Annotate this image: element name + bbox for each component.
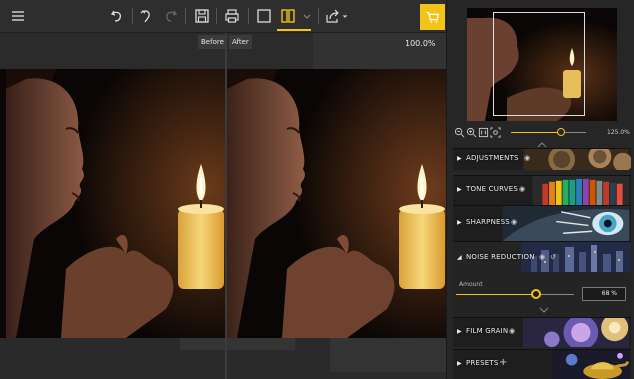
sharpness-banner-image [502, 206, 630, 241]
add-preset-icon[interactable]: + [499, 357, 507, 368]
undo-icon[interactable] [107, 6, 127, 26]
zoom-slider-fill [511, 132, 561, 133]
canvas-bottom-block [330, 338, 446, 372]
section-presets[interactable]: ▶ PRESETS + [453, 349, 631, 379]
hamburger-menu-icon[interactable] [8, 6, 28, 26]
redo-icon[interactable] [137, 6, 157, 26]
navigator-thumbnail[interactable] [467, 8, 617, 121]
image-canvas[interactable] [0, 69, 446, 338]
presets-banner-image [552, 350, 630, 379]
share-dropdown-icon[interactable] [340, 6, 350, 26]
before-image [6, 69, 229, 338]
visibility-eye-icon[interactable]: ◉ [539, 253, 545, 261]
visibility-eye-icon[interactable]: ◉ [519, 185, 525, 193]
tone-curves-banner-image [532, 176, 630, 205]
zoom-readout: 100.0% [405, 39, 436, 48]
section-title: PRESETS [466, 359, 499, 367]
single-view-icon[interactable] [254, 6, 274, 26]
active-view-indicator [277, 29, 311, 31]
zoom-slider-thumb[interactable] [556, 128, 565, 136]
section-title: TONE CURVES [466, 185, 519, 193]
toolbar-separator [132, 8, 133, 24]
expand-arrow-icon: ▶ [457, 219, 462, 226]
collapse-caret-icon[interactable] [539, 307, 549, 313]
toolbar-separator [318, 8, 319, 24]
zoom-actual-size-icon[interactable] [478, 127, 489, 138]
zoom-controls: 125.0% [451, 125, 633, 141]
expand-arrow-icon: ▶ [457, 155, 462, 162]
section-film-grain[interactable]: ▶ FILM GRAIN ◉ [453, 317, 631, 347]
toolbar-separator [248, 8, 249, 24]
expand-arrow-icon: ▶ [457, 186, 462, 193]
section-title: SHARPNESS [466, 218, 510, 226]
before-label: Before [198, 35, 227, 49]
zoom-out-icon[interactable] [454, 127, 465, 138]
visibility-eye-icon[interactable]: ◉ [524, 154, 530, 162]
section-adjustments[interactable]: ▶ ADJUSTMENTS ◉ [453, 148, 631, 170]
redo-disabled-icon[interactable] [160, 6, 180, 26]
collapse-arrow-icon[interactable]: ◢ [457, 254, 462, 261]
after-label: After [229, 35, 252, 49]
right-panel: 125.0% ▶ ADJUSTMENTS ◉ ▶ TONE CURVES ◉ ▶… [446, 0, 634, 379]
expand-arrow-icon: ▶ [457, 360, 462, 367]
visibility-eye-icon[interactable]: ◉ [509, 327, 515, 335]
canvas-bottom-block [180, 338, 295, 350]
split-view-icon[interactable] [278, 6, 298, 26]
amount-label: Amount [459, 281, 483, 288]
section-title[interactable]: NOISE REDUCTION [466, 253, 535, 261]
toolbar-separator [185, 8, 186, 24]
section-tone-curves[interactable]: ▶ TONE CURVES ◉ [453, 175, 631, 205]
expand-arrow-icon: ▶ [457, 328, 462, 335]
cart-icon[interactable] [420, 4, 445, 30]
toolbar-separator [216, 8, 217, 24]
zoom-in-icon[interactable] [466, 127, 477, 138]
save-icon[interactable] [192, 6, 212, 26]
zoom-percent: 125.0% [607, 129, 630, 136]
noise-reduction-banner-image [521, 242, 631, 272]
before-after-divider[interactable] [225, 33, 227, 379]
visibility-eye-icon[interactable]: ◉ [511, 218, 517, 226]
photo-editor-app: Before After 100.0% 125.0% ▶ ADJUSTMENTS… [0, 0, 634, 379]
amount-slider-fill [456, 294, 537, 295]
after-image [227, 69, 446, 338]
navigator-viewport-frame[interactable] [493, 12, 585, 116]
section-noise-reduction: ◢ NOISE REDUCTION ◉ ↺ [453, 241, 631, 317]
print-icon[interactable] [222, 6, 242, 26]
section-title: ADJUSTMENTS [466, 154, 519, 162]
section-sharpness[interactable]: ▶ SHARPNESS ◉ [453, 205, 631, 241]
adjustments-banner-image [523, 149, 631, 170]
zoom-fit-icon[interactable] [490, 127, 501, 138]
view-dropdown-icon[interactable] [297, 6, 317, 26]
top-toolbar [0, 0, 446, 33]
film-grain-banner-image [522, 318, 630, 347]
section-title: FILM GRAIN [466, 327, 509, 335]
reset-icon[interactable]: ↺ [550, 253, 556, 261]
amount-value-input[interactable]: 68 % [582, 287, 626, 301]
